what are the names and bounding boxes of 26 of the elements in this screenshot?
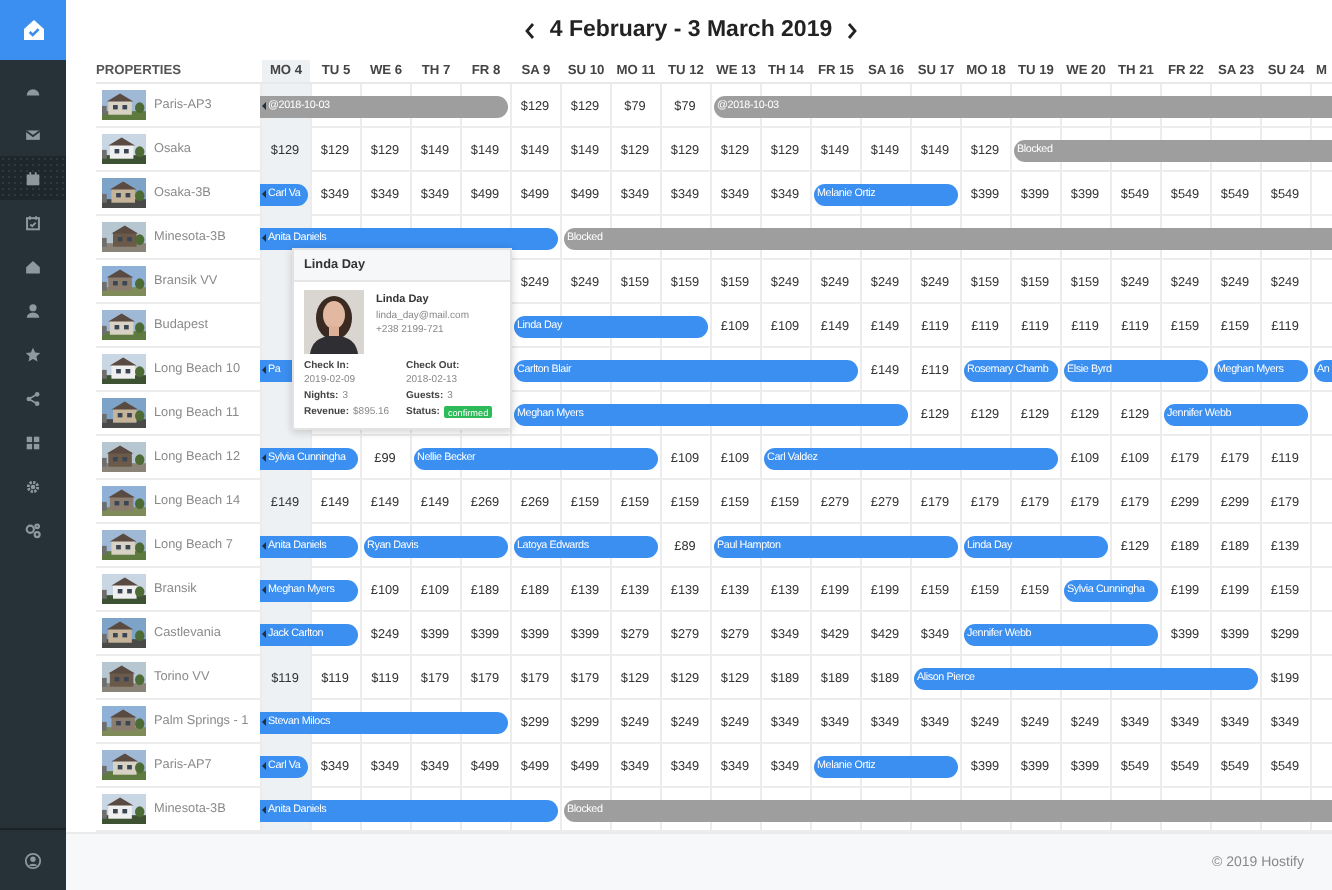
share-icon[interactable] [24, 389, 42, 407]
caret-icon [262, 762, 266, 770]
caret-icon [262, 630, 266, 638]
user-icon[interactable] [24, 301, 42, 319]
caret-icon [262, 454, 266, 462]
caret-icon [262, 366, 266, 374]
previous-button[interactable] [521, 20, 538, 40]
mail-icon[interactable] [24, 125, 42, 143]
caret-icon [262, 234, 266, 242]
gears-icon[interactable] [24, 521, 42, 539]
settings-icon[interactable] [24, 477, 42, 495]
next-button[interactable] [844, 20, 861, 40]
calendar-icon[interactable] [24, 169, 42, 187]
grid-icon[interactable] [24, 433, 42, 451]
caret-icon [262, 102, 266, 110]
caret-icon [262, 542, 266, 550]
date-range-title: 4 February - 3 March 2019 [549, 18, 833, 42]
caret-icon [262, 190, 266, 198]
account-icon[interactable] [24, 851, 42, 869]
caret-icon [262, 718, 266, 726]
calendar-check-icon[interactable] [24, 213, 42, 231]
caret-icon [262, 586, 266, 594]
star-icon[interactable] [24, 345, 42, 363]
logo-icon[interactable] [0, 0, 66, 60]
caret-icon [262, 806, 266, 814]
home-icon[interactable] [24, 257, 42, 275]
